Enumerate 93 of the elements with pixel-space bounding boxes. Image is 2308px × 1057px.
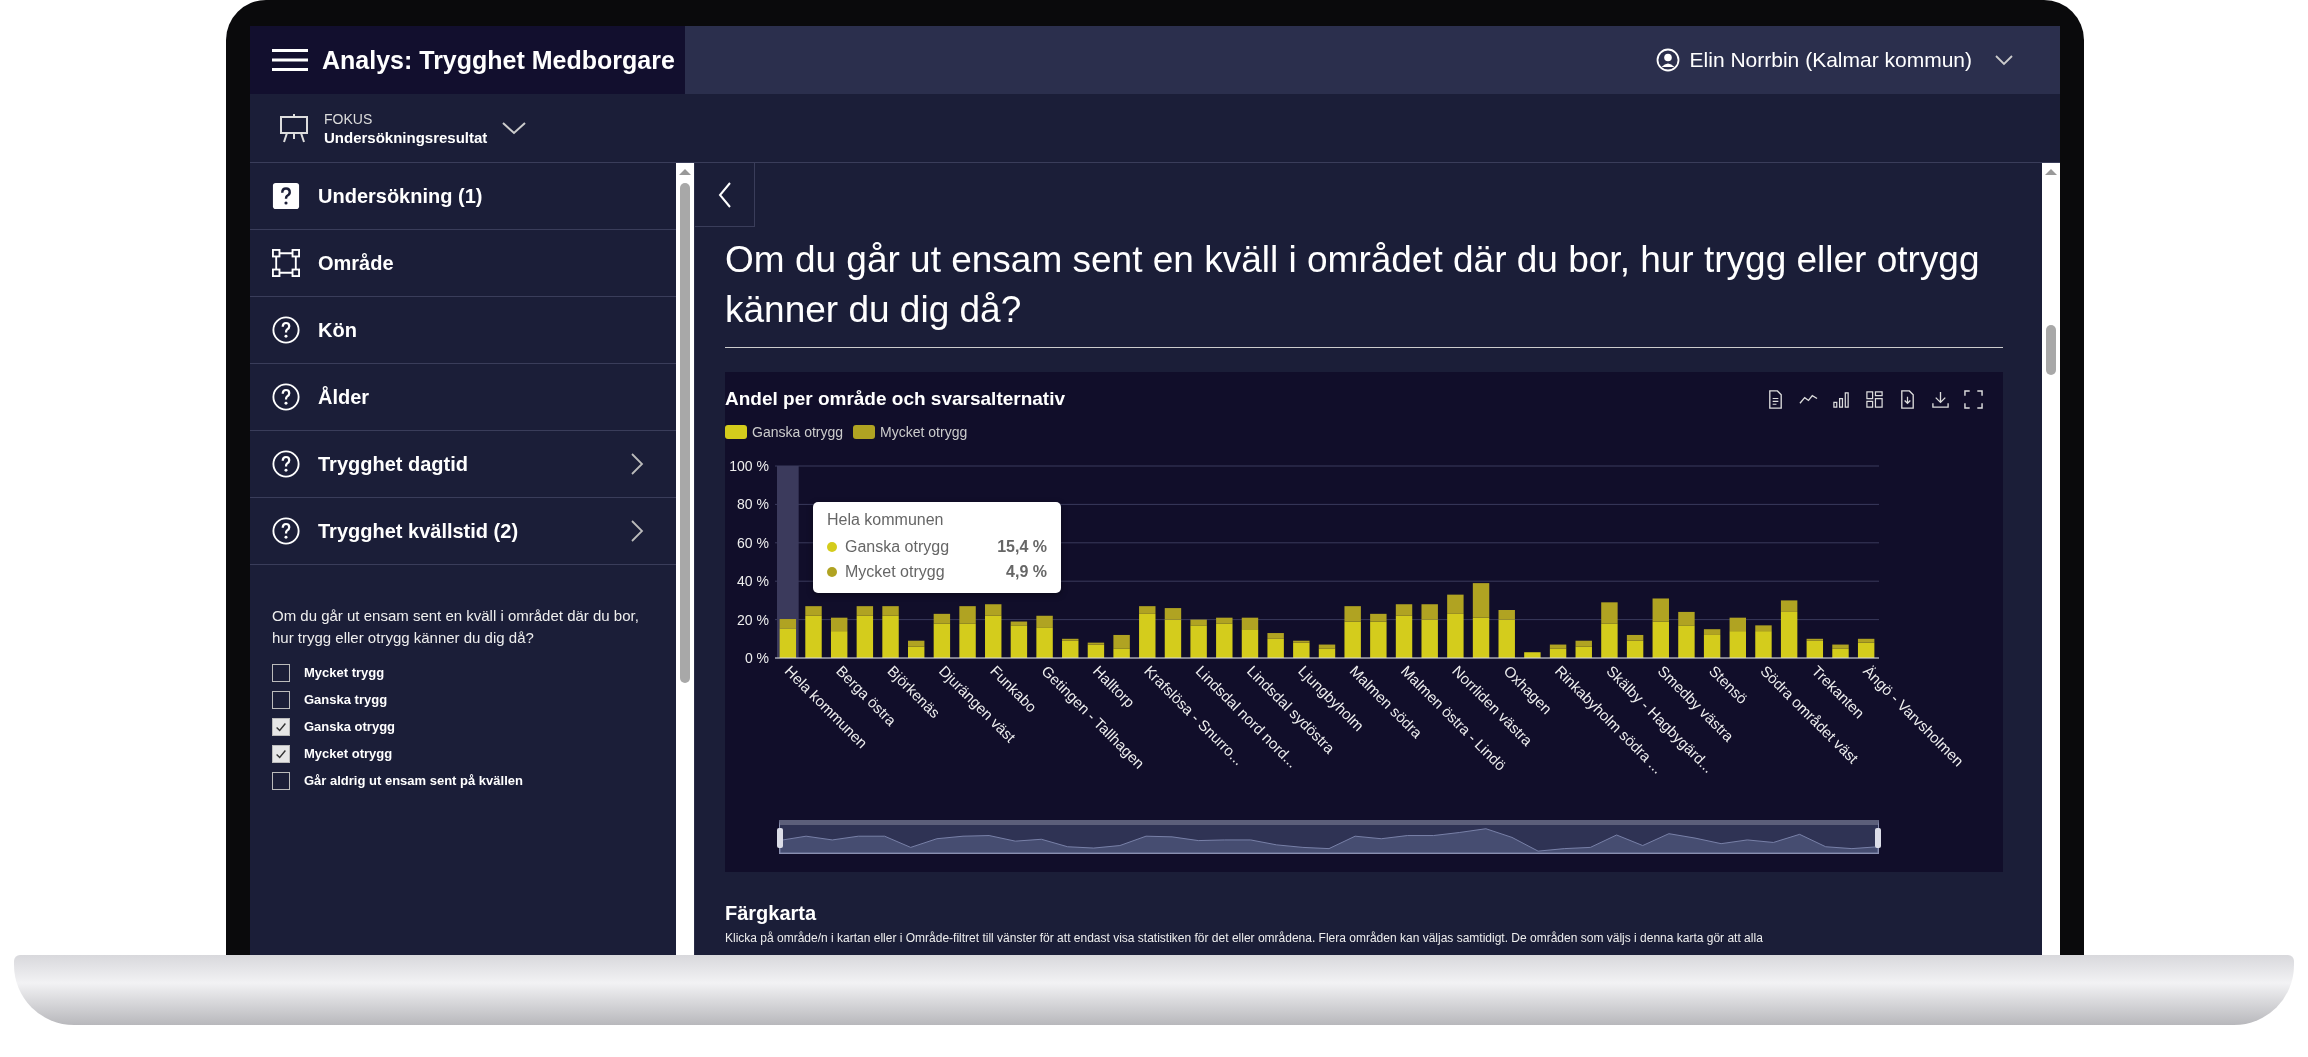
bar[interactable] bbox=[1549, 644, 1567, 649]
sidebar-item[interactable]: Trygghet dagtid bbox=[250, 431, 676, 498]
scrollbar[interactable] bbox=[676, 163, 694, 955]
bar[interactable] bbox=[1087, 642, 1105, 645]
app-title: Analys: Trygghet Medborgare bbox=[322, 45, 675, 75]
bar[interactable] bbox=[1626, 634, 1644, 641]
option-label: Mycket trygg bbox=[304, 665, 385, 680]
bar[interactable] bbox=[1318, 644, 1336, 649]
section-text: Klicka på område/n i kartan eller i Område-filtret till vänster för att endast visa statistiken för det eller områdena. Flera områden kan väljas samtidigt. De områden som väljs i denna karta gör att alla bbox=[725, 931, 1764, 945]
help-icon bbox=[272, 316, 300, 344]
legend-swatch[interactable] bbox=[725, 425, 747, 439]
sidebar-item[interactable]: Undersökning (1) bbox=[250, 163, 676, 230]
file-download-icon[interactable] bbox=[1898, 389, 1917, 409]
selection-frame-icon bbox=[272, 249, 300, 277]
chart-title: Andel per område och svarsalternativ bbox=[725, 388, 1065, 410]
checkbox[interactable] bbox=[272, 663, 290, 682]
document-icon[interactable] bbox=[1766, 389, 1785, 409]
y-axis-label: 80 % bbox=[737, 496, 769, 513]
question-heading: Om du går ut ensam sent en kväll i området där du bor, hur trygg eller otrygg känner du dig då? bbox=[725, 235, 2003, 348]
option-label: Går aldrig ut ensam sent på kvällen bbox=[304, 773, 523, 788]
bar[interactable] bbox=[1472, 583, 1490, 618]
bar[interactable] bbox=[1010, 625, 1028, 658]
bar[interactable] bbox=[1036, 615, 1053, 628]
checkbox[interactable] bbox=[272, 771, 290, 790]
help-icon bbox=[272, 450, 300, 478]
y-axis-label: 20 % bbox=[737, 611, 769, 628]
chevron-down-icon bbox=[501, 121, 528, 135]
bar[interactable] bbox=[1806, 638, 1824, 641]
user-menu[interactable]: Elin Norrbin (Kalmar kommun) bbox=[1649, 47, 2020, 73]
bar[interactable] bbox=[1241, 629, 1259, 658]
checkbox[interactable] bbox=[272, 717, 290, 736]
bar[interactable] bbox=[1010, 621, 1028, 626]
user-icon bbox=[1655, 48, 1680, 72]
bar[interactable] bbox=[1293, 640, 1310, 643]
bar[interactable] bbox=[1780, 600, 1798, 612]
sidebar-item[interactable]: Kön bbox=[250, 297, 676, 364]
question-box-icon bbox=[272, 182, 300, 210]
help-icon bbox=[272, 383, 300, 411]
series-label: Mycket otrygg bbox=[845, 562, 946, 581]
bar[interactable] bbox=[1164, 608, 1182, 620]
tooltip-title: Hela kommunen bbox=[827, 511, 945, 529]
option-label: Ganska trygg bbox=[304, 692, 388, 707]
option-label: Ganska otrygg bbox=[304, 719, 396, 734]
bar[interactable] bbox=[1395, 604, 1413, 616]
y-axis-label: 40 % bbox=[737, 573, 769, 590]
bar[interactable] bbox=[1703, 629, 1721, 635]
section-title: Färgkarta bbox=[725, 902, 818, 925]
legend-label[interactable]: Mycket otrygg bbox=[880, 424, 968, 440]
series-value: 15,4 % bbox=[997, 537, 1047, 556]
y-axis-label: 60 % bbox=[737, 534, 769, 551]
question-text: Om du går ut ensam sent en kväll i området där du bor, hur trygg eller otrygg känner du dig då? bbox=[271, 606, 640, 648]
fullscreen-icon[interactable] bbox=[1964, 389, 1983, 409]
bar[interactable] bbox=[1241, 617, 1259, 630]
bar[interactable] bbox=[856, 606, 874, 616]
bar[interactable] bbox=[933, 623, 951, 658]
sidebar-item[interactable]: Område bbox=[250, 230, 676, 297]
checkbox[interactable] bbox=[272, 744, 290, 763]
bar[interactable] bbox=[830, 617, 848, 632]
easel-icon bbox=[278, 112, 310, 144]
back-button[interactable] bbox=[695, 163, 755, 227]
focus-selector[interactable]: FOKUS Undersökningsresultat bbox=[272, 109, 534, 147]
bar[interactable] bbox=[1549, 648, 1567, 658]
scrollbar[interactable] bbox=[2042, 163, 2060, 955]
bar[interactable] bbox=[1703, 634, 1721, 658]
help-icon bbox=[272, 517, 300, 545]
series-label: Ganska otrygg bbox=[845, 537, 951, 556]
bar[interactable] bbox=[933, 613, 951, 624]
series-value: 4,9 % bbox=[1006, 562, 1047, 581]
bar[interactable] bbox=[856, 615, 874, 658]
chevron-left-icon bbox=[716, 180, 733, 209]
bar[interactable] bbox=[1370, 613, 1387, 622]
grid-icon[interactable] bbox=[1865, 389, 1884, 409]
y-axis-label: 0 % bbox=[744, 650, 769, 666]
option-label: Mycket otrygg bbox=[304, 746, 393, 761]
download-icon[interactable] bbox=[1931, 389, 1950, 409]
legend-swatch[interactable] bbox=[853, 425, 876, 439]
bar-chart-icon[interactable] bbox=[1832, 389, 1851, 409]
checkbox[interactable] bbox=[272, 690, 290, 709]
bar[interactable] bbox=[830, 631, 848, 658]
bar[interactable] bbox=[1318, 648, 1336, 658]
bar[interactable] bbox=[1395, 615, 1413, 658]
bar[interactable] bbox=[1062, 638, 1079, 641]
bar[interactable] bbox=[1857, 638, 1875, 643]
chevron-down-icon bbox=[1994, 54, 2014, 66]
legend-label[interactable]: Ganska otrygg bbox=[752, 424, 844, 440]
bar[interactable] bbox=[1678, 611, 1695, 626]
y-axis-label: 100 % bbox=[729, 458, 769, 474]
menu-icon[interactable] bbox=[272, 48, 308, 72]
sidebar-item[interactable]: Trygghet kvällstid (2) bbox=[250, 498, 676, 565]
bar[interactable] bbox=[1113, 634, 1130, 649]
bar[interactable] bbox=[1780, 611, 1798, 658]
bar[interactable] bbox=[1729, 617, 1746, 632]
sidebar-item[interactable]: Ålder bbox=[250, 364, 676, 431]
